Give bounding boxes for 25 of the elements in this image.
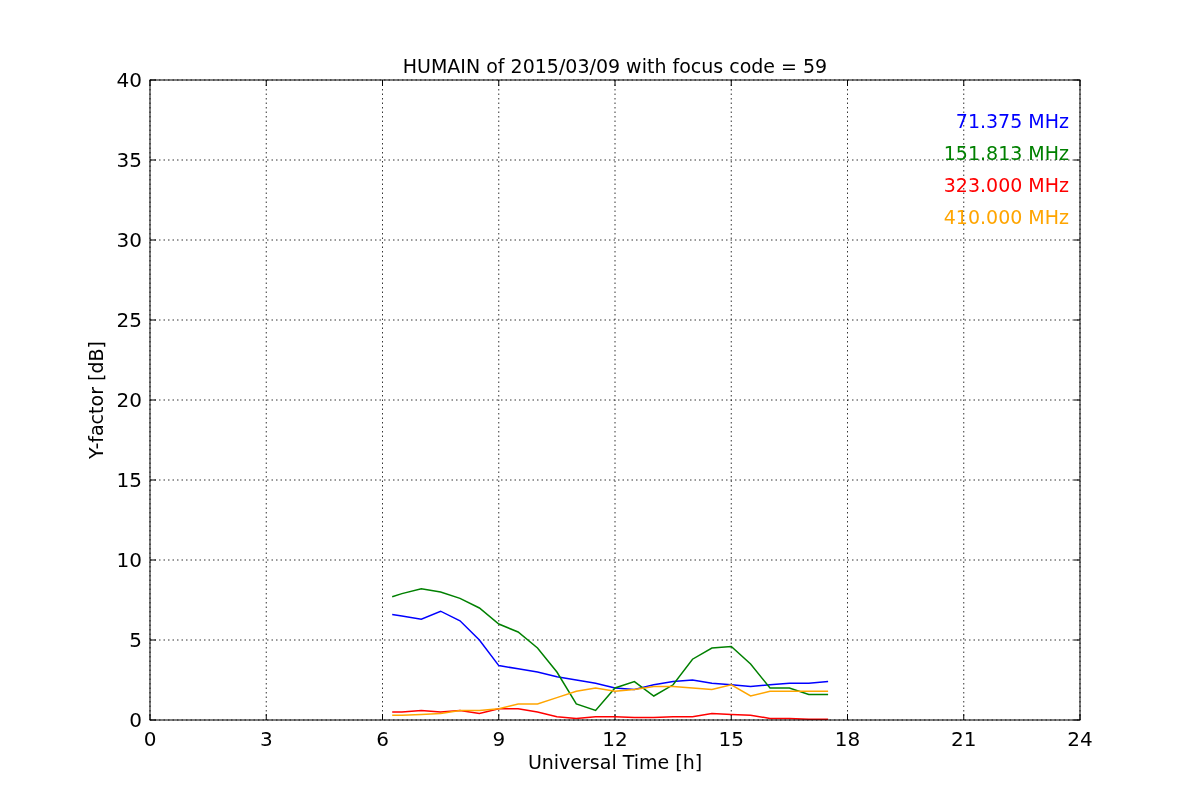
legend-entry: 410.000 MHz (943, 206, 1069, 228)
tick-label: 15 (718, 727, 744, 751)
tick-label: 10 (116, 548, 142, 572)
x-axis-label: Universal Time [h] (527, 751, 703, 773)
tick-label: 9 (492, 727, 506, 751)
tick-label: 25 (116, 308, 142, 332)
tick-label: 35 (116, 148, 142, 172)
legend-entry: 151.813 MHz (943, 142, 1069, 164)
tick-label: 15 (116, 468, 142, 492)
chart-title: HUMAIN of 2015/03/09 with focus code = 59 (402, 55, 828, 77)
y-axis-label: Y-factor [dB] (85, 341, 107, 459)
tick-label: 30 (116, 228, 142, 252)
tick-label: 24 (1067, 727, 1093, 751)
tick-label: 18 (834, 727, 861, 751)
legend-entry: 71.375 MHz (955, 110, 1069, 132)
tick-label: 0 (143, 727, 157, 751)
tick-label: 0 (129, 708, 142, 732)
tick-label: 40 (116, 68, 142, 92)
tick-label: 5 (129, 628, 142, 652)
tick-label: 20 (116, 388, 142, 412)
legend-entry: 323.000 MHz (943, 174, 1069, 196)
tick-label: 21 (951, 727, 977, 751)
tick-label: 6 (376, 727, 389, 751)
tick-label: 3 (259, 727, 273, 751)
tick-label: 12 (602, 727, 628, 751)
